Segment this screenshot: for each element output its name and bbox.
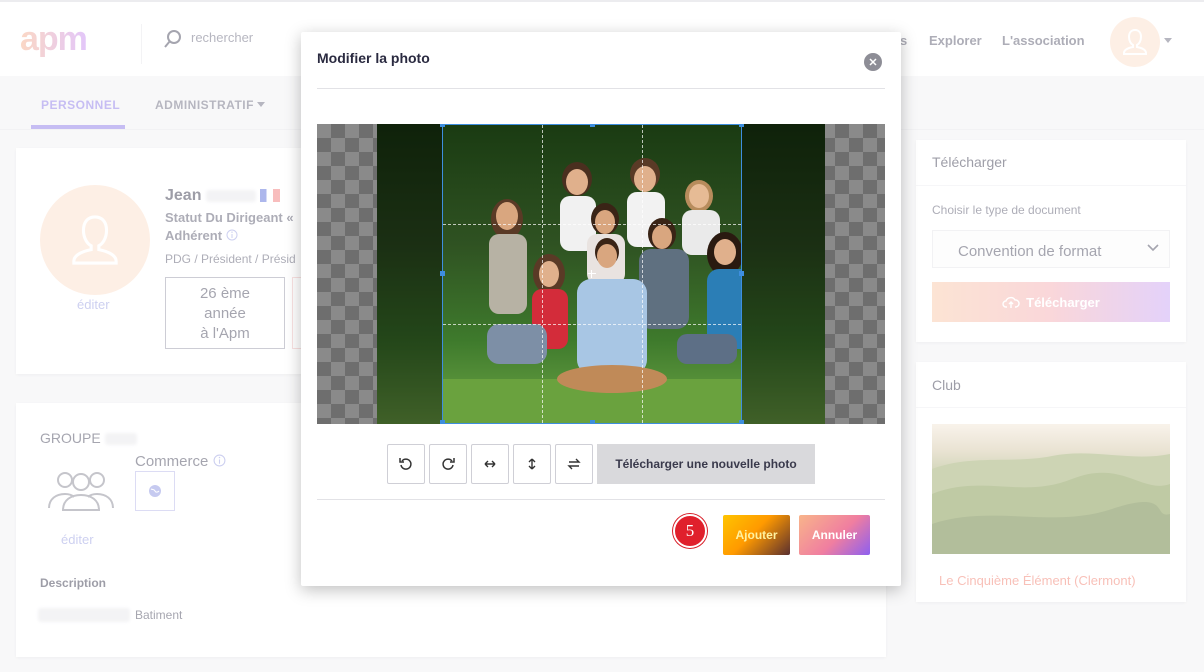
crop-center-icon — [588, 270, 596, 278]
crop-guide — [443, 224, 741, 225]
edit-photo-modal: Modifier la photo Télécharger une nouvel… — [301, 32, 901, 586]
flip-horizontal-button[interactable] — [471, 444, 509, 484]
crop-guide — [542, 125, 543, 423]
cancel-button[interactable]: Annuler — [799, 515, 870, 555]
crop-handle-e[interactable] — [739, 271, 744, 276]
crop-handle-se[interactable] — [739, 420, 744, 424]
crop-handle-nw[interactable] — [440, 124, 445, 127]
upload-new-photo-button[interactable]: Télécharger une nouvelle photo — [597, 444, 815, 484]
swap-icon — [567, 458, 581, 470]
add-button[interactable]: Ajouter — [723, 515, 790, 555]
flip-vertical-button[interactable] — [513, 444, 551, 484]
crop-handle-w[interactable] — [440, 271, 445, 276]
crop-handle-n[interactable] — [590, 124, 595, 127]
modal-title: Modifier la photo — [317, 50, 430, 66]
rotate-right-icon — [442, 458, 455, 470]
step-badge: 5 — [673, 514, 707, 548]
crop-canvas[interactable] — [317, 124, 885, 424]
crop-guide — [443, 324, 741, 325]
crop-handle-s[interactable] — [590, 420, 595, 424]
rotate-left-icon — [399, 458, 412, 470]
flip-vertical-icon — [528, 458, 536, 470]
crop-handle-ne[interactable] — [739, 124, 744, 127]
crop-guide — [642, 125, 643, 423]
divider — [317, 499, 885, 500]
swap-button[interactable] — [555, 444, 593, 484]
rotate-right-button[interactable] — [429, 444, 467, 484]
divider — [317, 88, 885, 89]
close-button[interactable] — [864, 53, 882, 71]
rotate-left-button[interactable] — [387, 444, 425, 484]
flip-horizontal-icon — [484, 460, 496, 468]
close-icon — [869, 58, 877, 66]
crop-handle-sw[interactable] — [440, 420, 445, 424]
